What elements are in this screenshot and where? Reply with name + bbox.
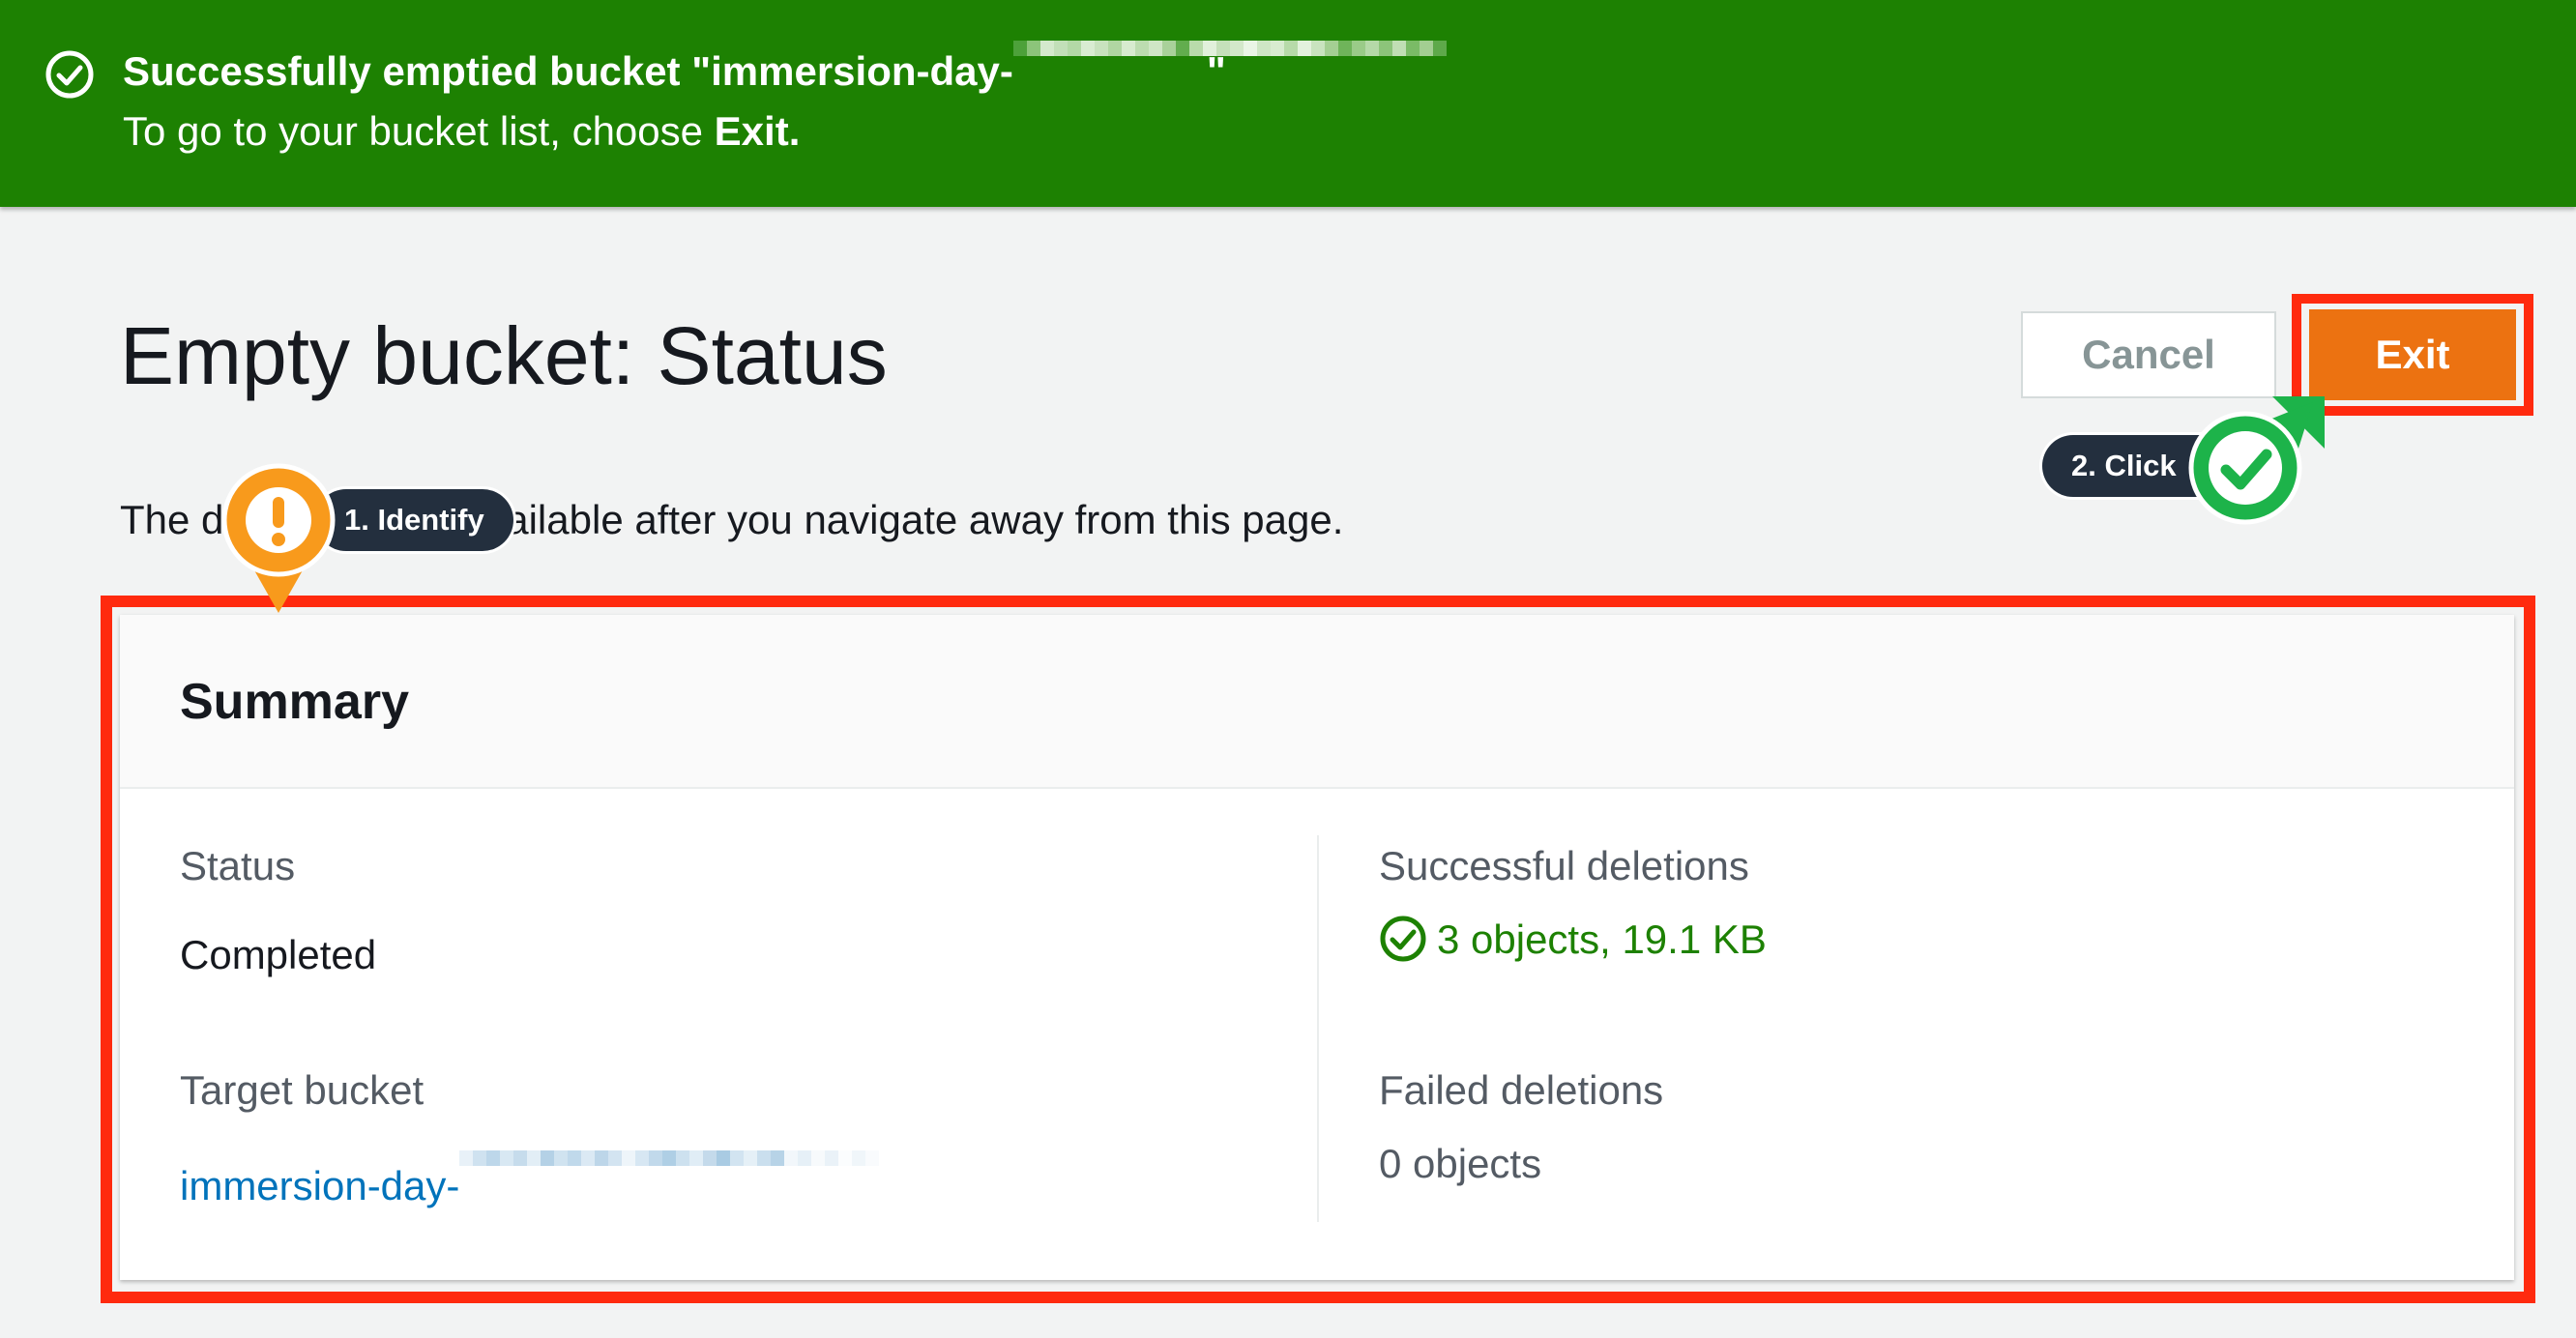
step1-identify-label: 1. Identify (315, 489, 513, 551)
flash-message: To go to your bucket list, choose Exit. (123, 108, 801, 154)
success-flash-banner: Successfully emptied bucket "immersion-d… (0, 0, 2576, 207)
page-title: Empty bucket: Status (120, 310, 888, 401)
check-circle-icon (45, 50, 94, 99)
cancel-button[interactable]: Cancel (2021, 311, 2276, 398)
summary-highlight-box (101, 596, 2535, 1303)
redacted-bucket-suffix (1012, 41, 1447, 101)
checkmark-marker-icon (2188, 396, 2325, 525)
exclamation-marker-icon (221, 463, 336, 613)
flash-title: Successfully emptied bucket "immersion-d… (123, 41, 1447, 104)
